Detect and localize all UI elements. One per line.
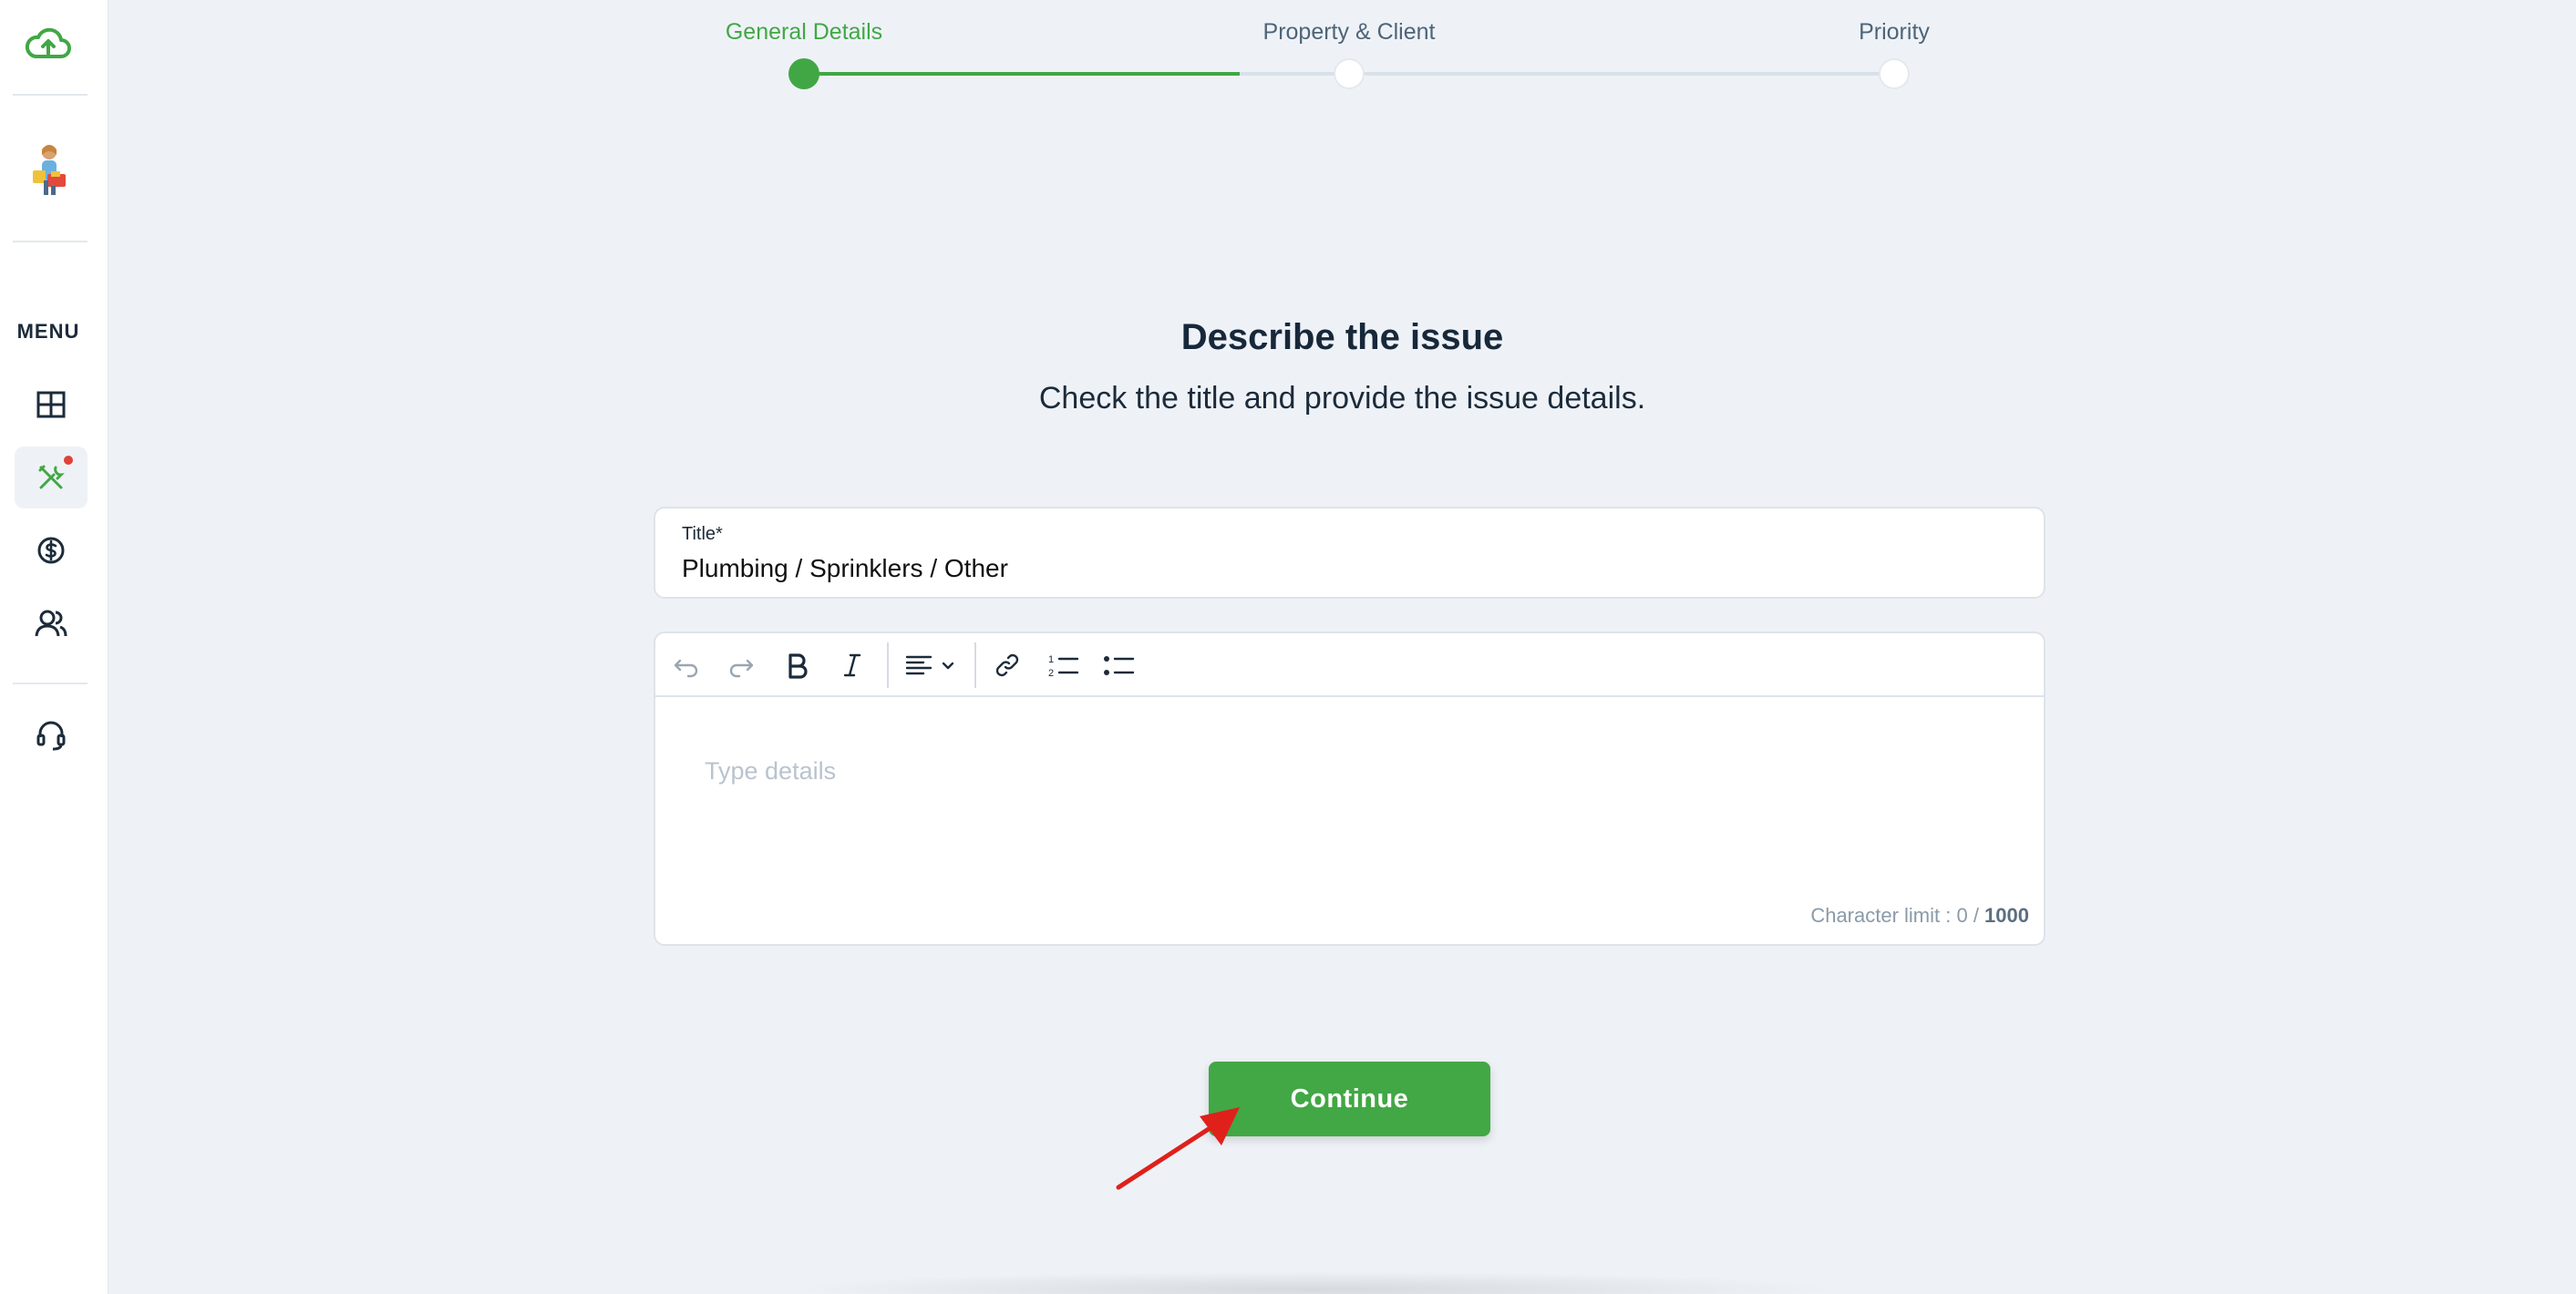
sidebar-divider bbox=[13, 241, 88, 242]
annotation-arrow-icon bbox=[1116, 1107, 1240, 1190]
bold-icon bbox=[788, 653, 808, 679]
sidebar-item-payments[interactable] bbox=[15, 519, 88, 581]
notification-dot bbox=[64, 456, 73, 465]
italic-icon bbox=[843, 653, 861, 677]
dashboard-icon bbox=[36, 391, 66, 418]
sidebar-divider bbox=[13, 683, 88, 684]
ordered-list-icon: 1 2 bbox=[1048, 654, 1079, 679]
page-title: Describe the issue bbox=[1180, 317, 1504, 357]
step-dot-active[interactable] bbox=[788, 58, 819, 89]
italic-button[interactable] bbox=[834, 647, 871, 683]
toolbar-separator bbox=[974, 642, 976, 688]
sidebar-item-support[interactable] bbox=[15, 704, 88, 766]
details-editor[interactable]: 1 2 Type details Character limit : 0 / 1… bbox=[654, 632, 2045, 946]
ordered-list-button[interactable]: 1 2 bbox=[1045, 647, 1081, 683]
step-priority[interactable]: Priority bbox=[1859, 19, 1930, 46]
redo-icon bbox=[729, 659, 754, 678]
link-icon bbox=[995, 653, 1019, 677]
avatar[interactable] bbox=[24, 140, 75, 199]
svg-text:1: 1 bbox=[1048, 654, 1054, 665]
users-icon bbox=[35, 610, 67, 637]
bold-button[interactable] bbox=[778, 647, 815, 683]
sidebar-item-contacts[interactable] bbox=[15, 592, 88, 654]
cloud-logo-icon[interactable] bbox=[23, 26, 72, 62]
sidebar-divider bbox=[13, 94, 88, 96]
title-input[interactable] bbox=[682, 554, 2013, 583]
menu-label: MENU bbox=[16, 320, 80, 343]
align-left-icon bbox=[905, 655, 954, 675]
title-label: Title* bbox=[682, 524, 723, 544]
character-limit: Character limit : 0 / 1000 bbox=[1810, 904, 2029, 928]
details-placeholder[interactable]: Type details bbox=[705, 757, 836, 786]
stepper-progress-line bbox=[804, 72, 1240, 76]
step-dot-pending[interactable] bbox=[1334, 58, 1365, 89]
editor-toolbar: 1 2 bbox=[655, 633, 2044, 697]
step-dot-pending[interactable] bbox=[1879, 58, 1910, 89]
sidebar-item-dashboard[interactable] bbox=[15, 374, 88, 436]
svg-text:2: 2 bbox=[1048, 668, 1054, 679]
align-dropdown[interactable] bbox=[902, 647, 965, 683]
bottom-shadow bbox=[784, 1271, 1841, 1294]
link-button[interactable] bbox=[989, 647, 1025, 683]
character-limit-prefix: Character limit : 0 / bbox=[1810, 904, 1985, 927]
redo-button[interactable] bbox=[723, 647, 759, 683]
sidebar: MENU bbox=[0, 0, 108, 1294]
bullet-list-icon bbox=[1104, 656, 1135, 675]
undo-button[interactable] bbox=[668, 647, 705, 683]
toolbar-separator bbox=[887, 642, 889, 688]
page-subtitle: Check the title and provide the issue de… bbox=[1038, 381, 1646, 416]
step-property-client[interactable]: Property & Client bbox=[1263, 19, 1436, 46]
undo-icon bbox=[674, 659, 698, 678]
continue-button[interactable]: Continue bbox=[1209, 1062, 1490, 1136]
character-limit-max: 1000 bbox=[1984, 904, 2029, 927]
title-field[interactable]: Title* bbox=[654, 507, 2045, 599]
sidebar-item-maintenance[interactable] bbox=[15, 447, 88, 508]
headset-icon bbox=[36, 721, 66, 751]
dollar-icon bbox=[37, 537, 65, 564]
tools-icon bbox=[38, 465, 65, 489]
bullet-list-button[interactable] bbox=[1100, 647, 1137, 683]
step-general-details[interactable]: General Details bbox=[726, 19, 882, 46]
